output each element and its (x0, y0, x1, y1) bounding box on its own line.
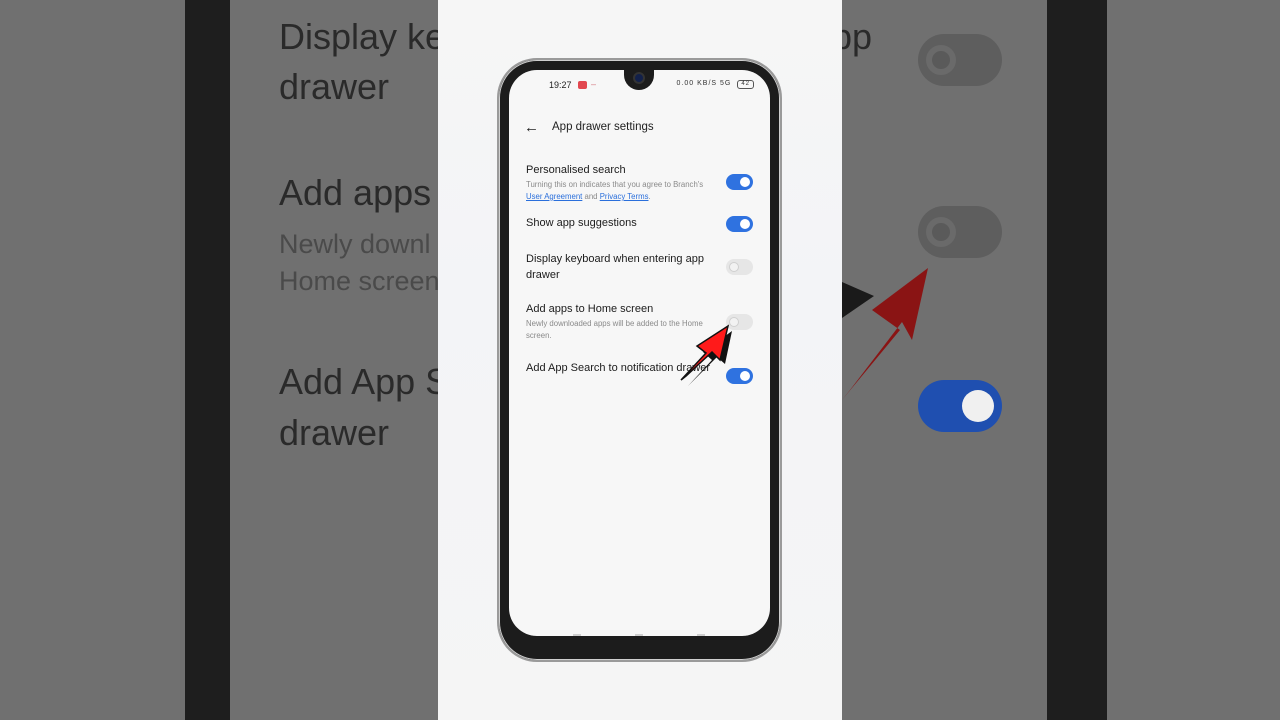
zoomed-text-drawer-2: drawer (279, 412, 390, 453)
add-apps-home-screen-toggle[interactable] (726, 314, 753, 330)
add-app-search-toggle[interactable] (726, 368, 753, 384)
notification-icon (578, 81, 587, 89)
zoomed-text-add-app-search: Add App S (279, 361, 438, 402)
setting-description: Turning this on indicates that you agree… (526, 179, 706, 203)
setting-title: Personalised search (526, 164, 626, 176)
app-bar: ← App drawer settings (524, 118, 764, 142)
zoomed-backdrop-right: pp (842, 0, 1280, 720)
status-bar: 19:27 – 0.00 KB/S 5G 42 (509, 79, 770, 96)
setting-personalised-search[interactable]: Personalised search Turning this on indi… (526, 162, 756, 203)
page-title: App drawer settings (552, 121, 654, 133)
notification-dash-icon: – (591, 79, 597, 89)
signal-icon: 5G (720, 80, 732, 87)
setting-title: Add App Search to notification drawer (526, 362, 711, 374)
zoomed-text-home-screen: Home screen (279, 266, 438, 296)
setting-display-keyboard[interactable]: Display keyboard when entering app drawe… (526, 251, 756, 283)
nav-back-icon[interactable] (697, 634, 705, 636)
navigation-bar (509, 624, 770, 636)
zoomed-text-drawer: drawer (279, 66, 390, 107)
setting-title: Show app suggestions (526, 217, 637, 229)
setting-description: Newly downloaded apps will be added to t… (526, 319, 703, 340)
back-arrow-icon[interactable]: ← (524, 120, 540, 136)
setting-add-app-search-notification[interactable]: Add App Search to notification drawer (526, 360, 756, 384)
zoomed-arrow-icon (842, 268, 928, 400)
privacy-terms-link[interactable]: Privacy Terms (600, 192, 649, 201)
nav-home-icon[interactable] (635, 634, 643, 636)
zoomed-phone-frame (185, 0, 230, 720)
desc-text: Turning this on indicates that you agree… (526, 180, 704, 189)
user-agreement-link[interactable]: User Agreement (526, 192, 582, 201)
battery-icon: 42 (737, 80, 754, 89)
desc-text: and (582, 192, 600, 201)
nav-recents-icon[interactable] (573, 634, 581, 636)
video-frame: Display ke drawer Add apps Newly downl H… (0, 0, 1280, 720)
status-icons: 0.00 KB/S 5G 42 (677, 80, 754, 89)
setting-show-app-suggestions[interactable]: Show app suggestions (526, 215, 756, 232)
personalised-search-toggle[interactable] (726, 174, 753, 190)
display-keyboard-toggle[interactable] (726, 259, 753, 275)
zoomed-backdrop-left: Display ke drawer Add apps Newly downl H… (0, 0, 438, 720)
zoomed-text-display-keyboard: Display ke (279, 16, 438, 57)
setting-title: Add apps to Home screen (526, 303, 654, 315)
status-time: 19:27 (549, 80, 572, 90)
network-speed: 0.00 KB/S (676, 80, 718, 87)
zoomed-text-add-apps: Add apps (279, 172, 432, 213)
desc-text: . (648, 192, 651, 201)
phone-mockup: 19:27 – 0.00 KB/S 5G 42 ← App drawer set… (497, 58, 782, 662)
show-app-suggestions-toggle[interactable] (726, 216, 753, 232)
phone-screen: 19:27 – 0.00 KB/S 5G 42 ← App drawer set… (509, 70, 770, 636)
setting-add-apps-home-screen[interactable]: Add apps to Home screen Newly downloaded… (526, 301, 756, 342)
zoomed-text-newly-downloaded: Newly downl (279, 229, 431, 259)
setting-title: Display keyboard when entering app drawe… (526, 253, 704, 281)
